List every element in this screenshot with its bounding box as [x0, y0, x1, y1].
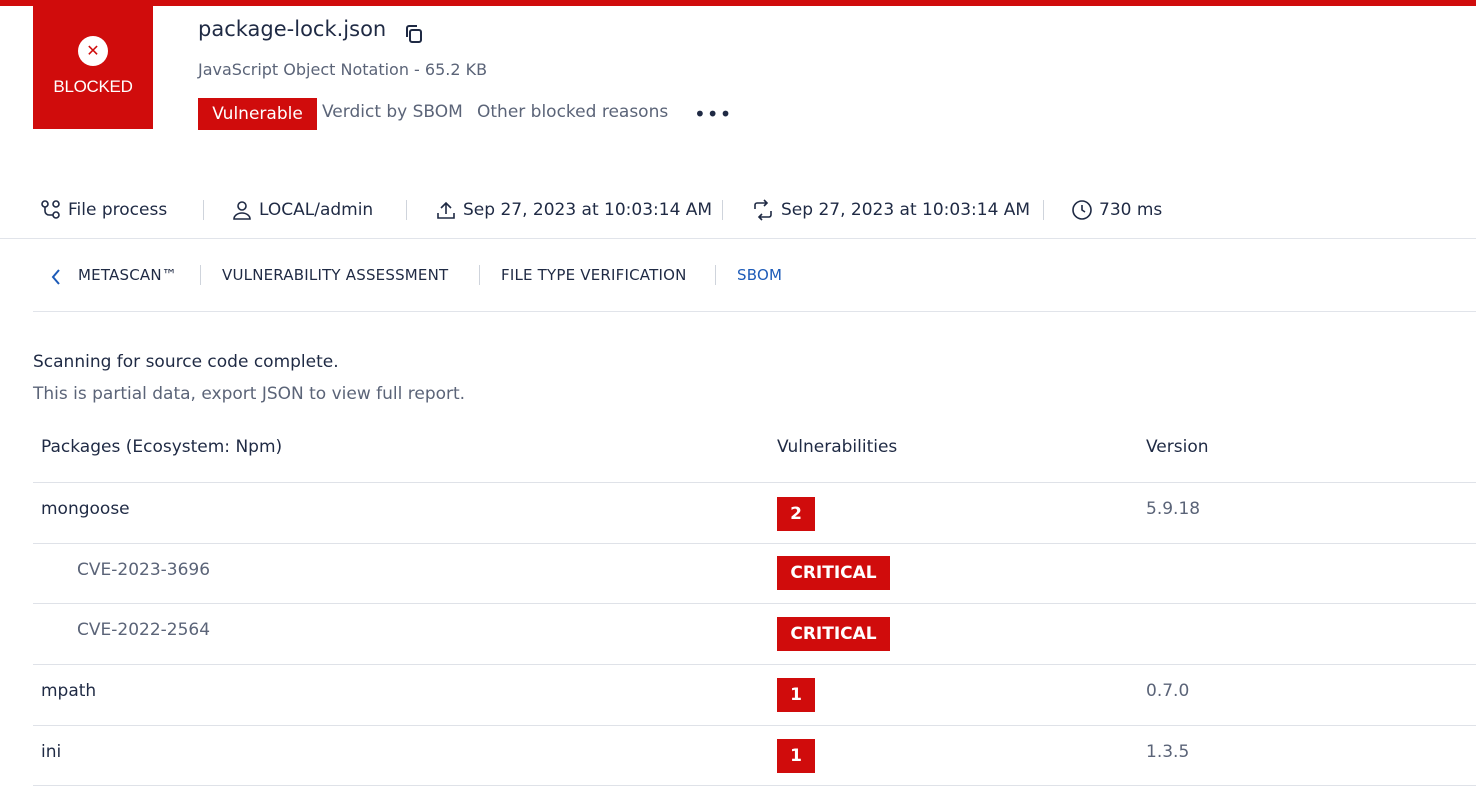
upload-time-item: Sep 27, 2023 at 10:03:14 AM [435, 198, 712, 222]
divider [722, 200, 723, 220]
tab-divider [479, 265, 480, 285]
duration-item: 730 ms [1071, 198, 1162, 222]
severity-badge: CRITICAL [777, 617, 890, 651]
package-version: 1.3.5 [1146, 742, 1190, 762]
severity-badge: CRITICAL [777, 556, 890, 590]
verdict-label: BLOCKED [53, 77, 133, 96]
more-options-icon[interactable]: ••• [694, 104, 732, 124]
file-name: package-lock.json [198, 17, 387, 41]
file-process-label: File process [68, 200, 168, 220]
divider-line [33, 311, 1476, 312]
tab-metascan[interactable]: METASCAN™ [78, 266, 177, 284]
package-name: mpath [41, 681, 97, 701]
divider [1043, 200, 1044, 220]
column-header-vulnerabilities: Vulnerabilities [777, 437, 898, 457]
vulnerability-count-badge: 1 [777, 678, 815, 712]
verdict-by-text: Verdict by SBOM [322, 102, 463, 122]
processed-time-item: Sep 27, 2023 at 10:03:14 AM [751, 198, 1030, 222]
upload-time: Sep 27, 2023 at 10:03:14 AM [463, 200, 713, 220]
scan-status-title: Scanning for source code complete. [33, 352, 339, 372]
package-name: mongoose [41, 499, 130, 519]
row-divider [33, 785, 1476, 786]
vulnerability-count-badge: 1 [777, 739, 815, 773]
package-version: 0.7.0 [1146, 681, 1190, 701]
user-icon [233, 201, 251, 220]
cve-id: CVE-2023-3696 [77, 560, 211, 580]
tab-file-type-verification[interactable]: FILE TYPE VERIFICATION [501, 266, 687, 284]
tab-sbom[interactable]: SBOM [737, 266, 782, 284]
row-divider [33, 603, 1476, 604]
other-blocked-reasons: Other blocked reasons [477, 102, 669, 122]
process-icon [41, 200, 60, 219]
refresh-icon [754, 199, 772, 221]
file-meta: JavaScript Object Notation - 65.2 KB [198, 60, 488, 79]
user-item: LOCAL/admin [231, 198, 373, 222]
file-process-item: File process [40, 198, 167, 222]
clock-icon [1072, 200, 1092, 220]
top-accent-bar [0, 0, 1476, 6]
divider-line [0, 238, 1476, 239]
row-divider [33, 725, 1476, 726]
tab-divider [200, 265, 201, 285]
package-version: 5.9.18 [1146, 499, 1201, 519]
copy-icon[interactable] [403, 23, 425, 45]
cve-id: CVE-2022-2564 [77, 620, 211, 640]
vulnerability-count-badge: 2 [777, 497, 815, 531]
scan-status-subtitle: This is partial data, export JSON to vie… [33, 384, 466, 404]
row-divider [33, 482, 1476, 483]
verdict-tile: ✕ BLOCKED [33, 6, 153, 129]
tab-divider [715, 265, 716, 285]
user-label: LOCAL/admin [259, 200, 374, 220]
vulnerable-badge: Vulnerable [198, 98, 317, 130]
duration: 730 ms [1099, 200, 1163, 220]
divider [406, 200, 407, 220]
divider [203, 200, 204, 220]
column-header-version: Version [1146, 437, 1209, 457]
chevron-left-icon[interactable] [46, 266, 66, 288]
row-divider [33, 543, 1476, 544]
package-name: ini [41, 742, 62, 762]
tab-vulnerability-assessment[interactable]: VULNERABILITY ASSESSMENT [222, 266, 448, 284]
processed-time: Sep 27, 2023 at 10:03:14 AM [781, 200, 1031, 220]
row-divider [33, 664, 1476, 665]
column-header-packages: Packages (Ecosystem: Npm) [41, 437, 283, 457]
upload-icon [437, 201, 455, 219]
close-icon: ✕ [78, 36, 108, 66]
